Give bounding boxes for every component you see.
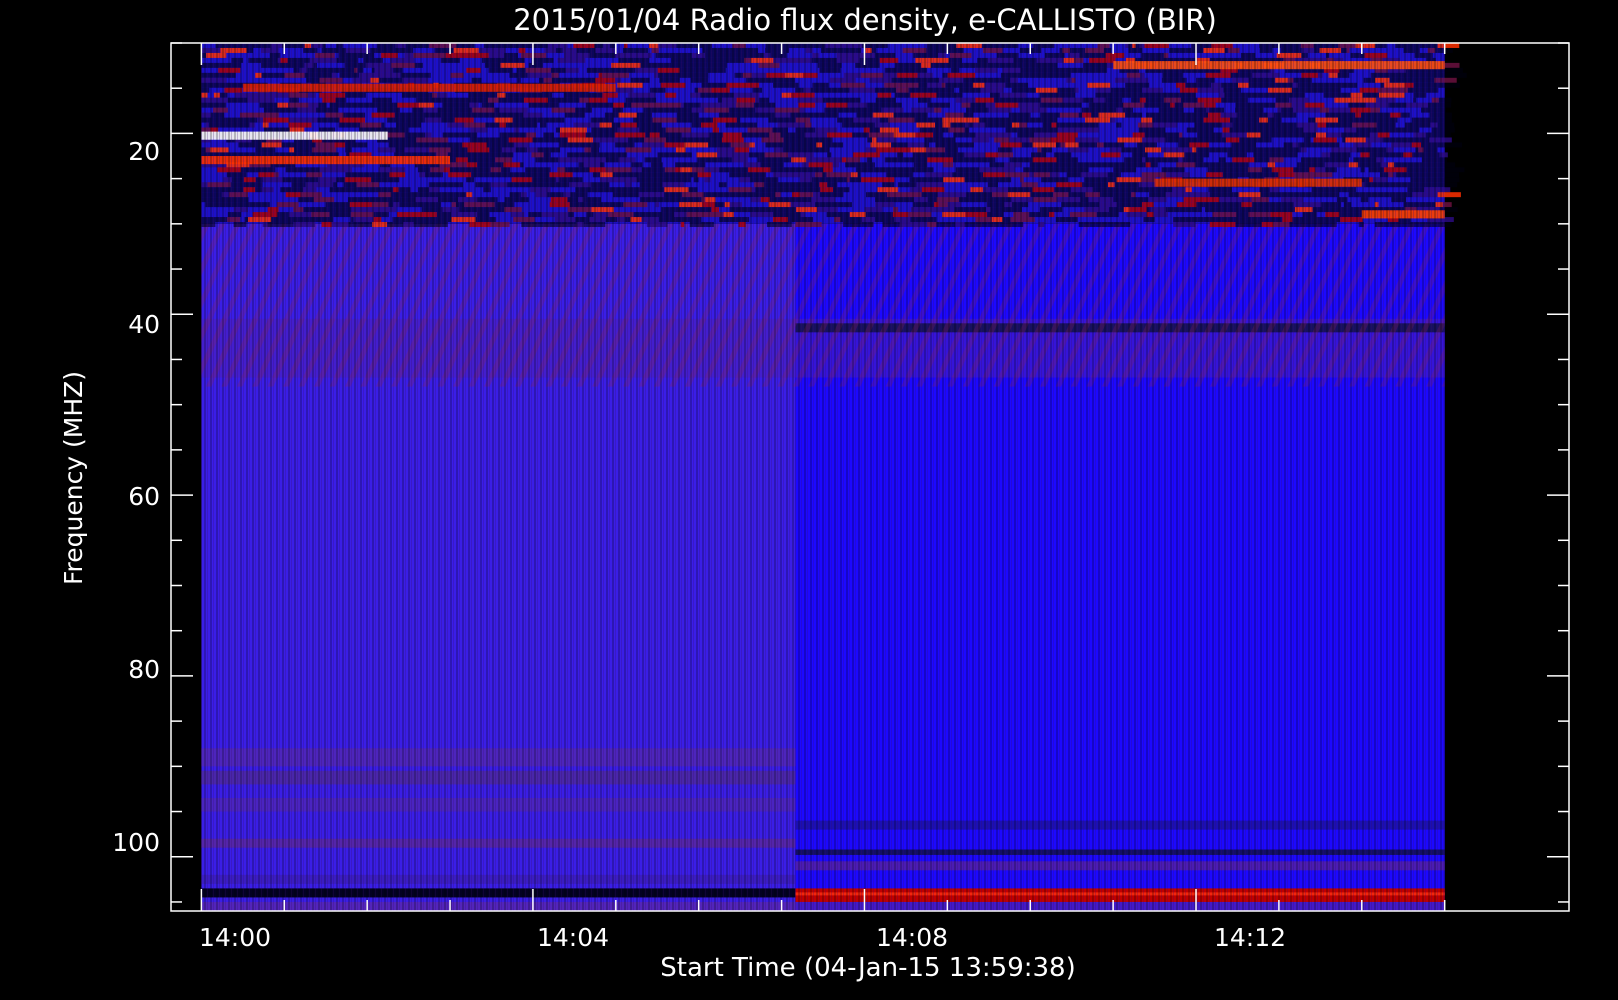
y-tick-labels: 20 40 60 80 100 <box>112 137 160 857</box>
vertical-striping <box>201 43 1445 911</box>
y-tick-label: 40 <box>128 310 160 339</box>
y-tick-label: 60 <box>128 482 160 511</box>
x-tick-label: 14:00 <box>199 923 271 952</box>
intensity-cell <box>1442 67 1463 73</box>
x-tick-label: 14:08 <box>876 923 948 952</box>
x-tick-label: 14:04 <box>537 923 609 952</box>
y-tick-label: 100 <box>112 828 160 857</box>
spectrogram-chart: 2015/01/04 Radio flux density, e-CALLIST… <box>59 3 1570 983</box>
plot-area <box>170 42 1570 912</box>
y-axis-label: Frequency (MHZ) <box>59 371 88 585</box>
x-tick-labels: 14:00 14:04 14:08 14:12 <box>199 923 1286 952</box>
spectrogram-image <box>201 43 1467 912</box>
x-tick-label: 14:12 <box>1214 923 1286 952</box>
x-axis-label: Start Time (04-Jan-15 13:59:38) <box>660 953 1075 983</box>
y-tick-label: 80 <box>128 655 160 684</box>
chart-title: 2015/01/04 Radio flux density, e-CALLIST… <box>513 3 1217 37</box>
intensity-cell <box>1444 172 1459 178</box>
y-tick-label: 20 <box>128 137 160 166</box>
